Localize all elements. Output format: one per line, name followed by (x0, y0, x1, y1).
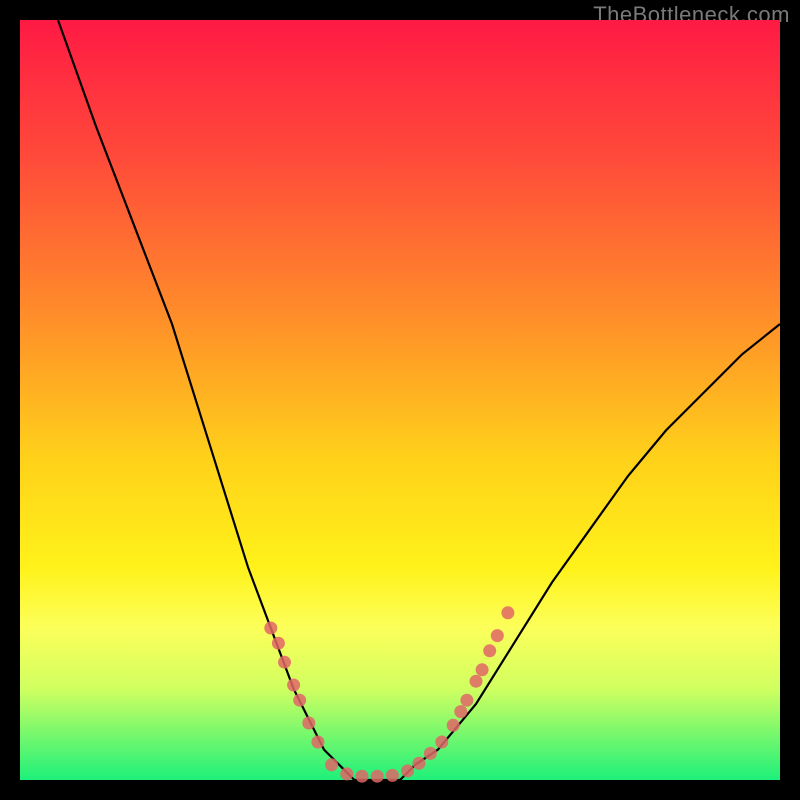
plot-area (20, 20, 780, 780)
curve-marker (264, 622, 277, 635)
chart-frame: TheBottleneck.com (0, 0, 800, 800)
curve-markers (264, 606, 514, 782)
chart-svg (20, 20, 780, 780)
curve-marker (272, 637, 285, 650)
curve-marker (302, 717, 315, 730)
curve-marker (424, 747, 437, 760)
curve-marker (278, 656, 291, 669)
curve-marker (483, 644, 496, 657)
curve-marker (447, 719, 460, 732)
curve-marker (435, 736, 448, 749)
curve-marker (476, 663, 489, 676)
curve-marker (371, 770, 384, 783)
curve-marker (325, 758, 338, 771)
curve-marker (311, 736, 324, 749)
curve-marker (470, 675, 483, 688)
curve-marker (356, 770, 369, 783)
curve-marker (460, 694, 473, 707)
bottleneck-curve (58, 20, 780, 780)
curve-marker (454, 705, 467, 718)
curve-marker (340, 767, 353, 780)
curve-marker (413, 757, 426, 770)
curve-marker (501, 606, 514, 619)
curve-marker (491, 629, 504, 642)
curve-marker (401, 764, 414, 777)
curve-marker (287, 679, 300, 692)
curve-marker (293, 694, 306, 707)
curve-marker (386, 769, 399, 782)
